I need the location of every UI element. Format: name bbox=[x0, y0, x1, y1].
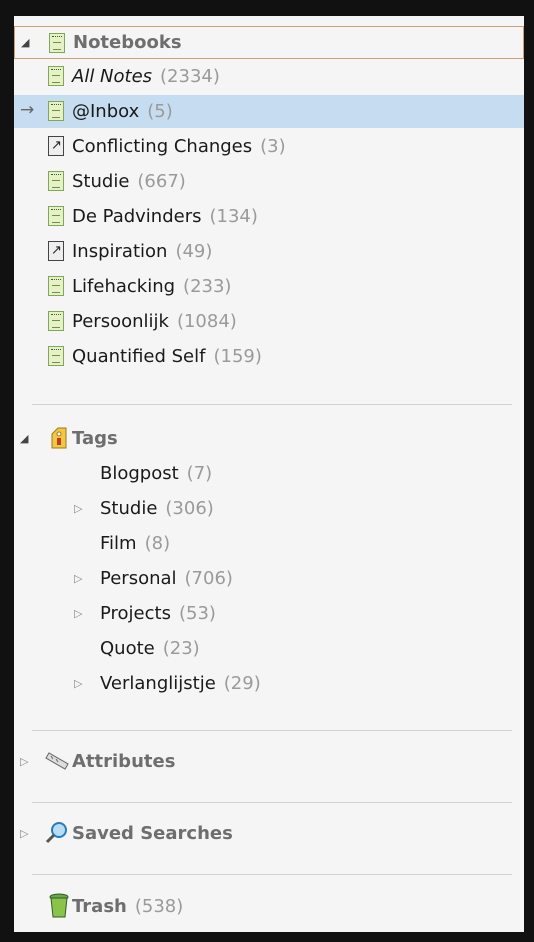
tag-label: Personal bbox=[100, 568, 177, 589]
linked-notebook-icon bbox=[48, 136, 64, 156]
notebook-count: (233) bbox=[183, 276, 232, 297]
notebook-item-persoonlijk[interactable]: Persoonlijk (1084) bbox=[14, 305, 524, 338]
tag-count: (29) bbox=[223, 673, 261, 694]
tag-item-film[interactable]: Film (8) bbox=[14, 527, 524, 560]
expand-triangle-icon[interactable]: ▷ bbox=[20, 755, 28, 768]
tag-label: Film bbox=[100, 533, 137, 554]
notebook-icon bbox=[48, 311, 64, 331]
notebook-item-inspiration[interactable]: Inspiration (49) bbox=[14, 235, 524, 268]
notebook-count: (667) bbox=[137, 171, 186, 192]
trash-can-icon bbox=[48, 893, 70, 924]
expand-triangle-icon[interactable]: ▷ bbox=[74, 607, 82, 620]
notebook-count: (49) bbox=[175, 241, 213, 262]
sidebar-panel: ◢ Notebooks All Notes (2334) → @Inbox (5… bbox=[14, 16, 524, 932]
notebook-item-lifehacking[interactable]: Lifehacking (233) bbox=[14, 270, 524, 303]
notebook-icon bbox=[48, 276, 64, 296]
linked-notebook-icon bbox=[48, 241, 64, 261]
notebook-label: Inspiration bbox=[72, 241, 168, 262]
notebook-label: All Notes bbox=[72, 66, 153, 87]
tag-count: (23) bbox=[162, 638, 200, 659]
notebook-label: De Padvinders bbox=[72, 206, 202, 227]
collapse-triangle-icon[interactable]: ◢ bbox=[21, 36, 29, 49]
saved-searches-label: Saved Searches bbox=[72, 823, 233, 844]
tag-label: Blogpost bbox=[100, 463, 179, 484]
notebook-count: (2334) bbox=[160, 66, 220, 87]
tag-item-verlanglijstje[interactable]: ▷ Verlanglijstje (29) bbox=[14, 667, 524, 700]
notebooks-header-label: Notebooks bbox=[73, 32, 182, 53]
tag-item-quote[interactable]: Quote (23) bbox=[14, 632, 524, 665]
trash-count: (538) bbox=[134, 896, 184, 917]
notebook-icon bbox=[48, 171, 64, 191]
tags-icon bbox=[48, 426, 70, 455]
tag-item-projects[interactable]: ▷ Projects (53) bbox=[14, 597, 524, 630]
magnifier-icon bbox=[44, 821, 70, 850]
trash-item[interactable]: Trash (538) bbox=[14, 890, 524, 923]
tags-header[interactable]: ◢ Tags bbox=[14, 422, 524, 455]
expand-triangle-icon[interactable]: ▷ bbox=[74, 572, 82, 585]
notebook-icon bbox=[48, 66, 64, 86]
expand-triangle-icon[interactable]: ▷ bbox=[74, 502, 82, 515]
tag-item-personal[interactable]: ▷ Personal (706) bbox=[14, 562, 524, 595]
notebook-label: Studie bbox=[72, 171, 130, 192]
attributes-label: Attributes bbox=[72, 751, 176, 772]
notebook-icon bbox=[48, 101, 64, 121]
arrow-right-icon: → bbox=[20, 100, 35, 120]
notebook-item-studie[interactable]: Studie (667) bbox=[14, 165, 524, 198]
tag-item-studie[interactable]: ▷ Studie (306) bbox=[14, 492, 524, 525]
tag-count: (53) bbox=[178, 603, 216, 624]
notebook-label: Quantified Self bbox=[72, 346, 206, 367]
notebook-icon bbox=[48, 346, 64, 366]
notebook-count: (5) bbox=[147, 101, 173, 122]
tag-count: (8) bbox=[144, 533, 171, 554]
section-divider bbox=[32, 404, 512, 405]
notebook-icon bbox=[49, 33, 65, 53]
tag-label: Projects bbox=[100, 603, 171, 624]
section-divider bbox=[32, 874, 512, 875]
notebook-label: @Inbox bbox=[72, 101, 140, 122]
notebook-count: (1084) bbox=[176, 311, 237, 332]
tags-header-label: Tags bbox=[72, 428, 118, 449]
tag-count: (306) bbox=[165, 498, 214, 519]
expand-triangle-icon[interactable]: ▷ bbox=[20, 827, 28, 840]
tag-label: Verlanglijstje bbox=[100, 673, 216, 694]
tag-item-blogpost[interactable]: Blogpost (7) bbox=[14, 457, 524, 490]
notebook-icon bbox=[48, 206, 64, 226]
notebook-item-all-notes[interactable]: All Notes (2334) bbox=[14, 60, 524, 93]
section-divider bbox=[32, 802, 512, 803]
tag-label: Studie bbox=[100, 498, 158, 519]
notebook-label: Persoonlijk bbox=[72, 311, 169, 332]
notebooks-header[interactable]: ◢ Notebooks bbox=[14, 26, 524, 59]
notebook-count: (134) bbox=[209, 206, 258, 227]
ruler-icon bbox=[44, 750, 70, 777]
tag-count: (7) bbox=[186, 463, 213, 484]
notebook-label: Conflicting Changes bbox=[72, 136, 253, 157]
tag-count: (706) bbox=[184, 568, 233, 589]
notebook-label: Lifehacking bbox=[72, 276, 176, 297]
notebook-item-quantified-self[interactable]: Quantified Self (159) bbox=[14, 340, 524, 373]
section-divider bbox=[32, 730, 512, 731]
expand-triangle-icon[interactable]: ▷ bbox=[74, 677, 82, 690]
collapse-triangle-icon[interactable]: ◢ bbox=[20, 432, 28, 445]
notebook-count: (3) bbox=[260, 136, 286, 157]
trash-label: Trash bbox=[72, 896, 127, 917]
notebook-item-conflicting-changes[interactable]: Conflicting Changes (3) bbox=[14, 130, 524, 163]
notebook-item-inbox[interactable]: → @Inbox (5) bbox=[14, 95, 524, 128]
saved-searches-section[interactable]: ▷ Saved Searches bbox=[14, 817, 524, 850]
notebook-count: (159) bbox=[213, 346, 262, 367]
attributes-section[interactable]: ▷ Attributes bbox=[14, 745, 524, 778]
notebook-item-de-padvinders[interactable]: De Padvinders (134) bbox=[14, 200, 524, 233]
tag-label: Quote bbox=[100, 638, 155, 659]
